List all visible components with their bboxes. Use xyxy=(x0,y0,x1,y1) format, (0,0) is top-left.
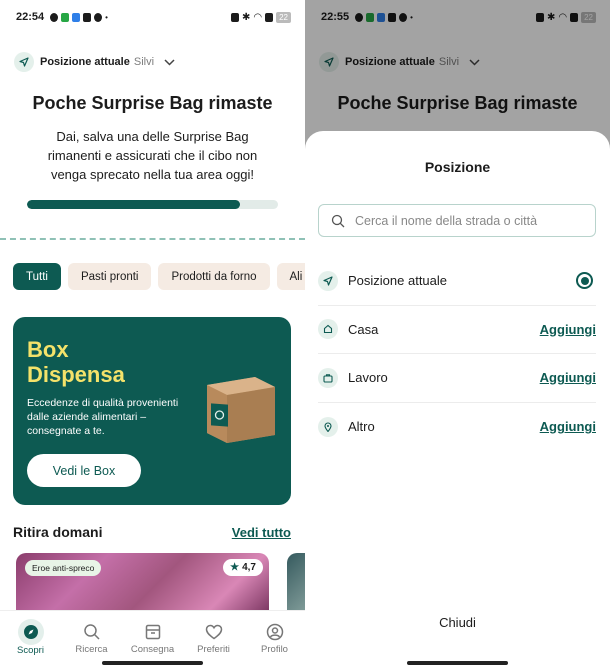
compass-icon xyxy=(17,619,44,645)
add-work-link[interactable]: Aggiungi xyxy=(540,370,596,385)
vibrate-icon xyxy=(230,12,239,22)
promo-description: Eccedenze di qualità provenienti dalle a… xyxy=(27,397,179,437)
location-search-input[interactable] xyxy=(355,213,585,228)
add-home-link[interactable]: Aggiungi xyxy=(540,322,596,337)
status-time: 22:54 xyxy=(16,11,45,23)
sheet-title: Posizione xyxy=(424,159,491,175)
system-icons: ✱ ◠ 22 xyxy=(230,11,291,23)
search-icon xyxy=(331,214,345,227)
promo-title-line1: Box xyxy=(27,337,69,362)
package-icon xyxy=(145,624,160,640)
nav-label: Consegna xyxy=(130,644,175,655)
see-all-link[interactable]: Vedi tutto xyxy=(232,525,291,540)
rating-value: 4,7 xyxy=(242,562,256,573)
search-icon xyxy=(83,624,100,640)
store-card-next[interactable] xyxy=(287,553,305,613)
option-label: Altro xyxy=(348,419,375,435)
home-indicator[interactable] xyxy=(102,661,203,665)
location-search-box[interactable] xyxy=(318,204,596,237)
promo-title: Box Dispensa xyxy=(27,337,125,387)
heart-icon xyxy=(205,624,222,640)
app-notification-icon xyxy=(72,12,81,22)
home-icon xyxy=(318,319,338,340)
location-label: Posizione attuale xyxy=(40,56,130,68)
option-home[interactable]: Casa Aggiungi xyxy=(318,306,596,354)
location-name: Silvi xyxy=(133,56,155,68)
box-dispensa-promo[interactable]: Box Dispensa Eccedenze di qualità proven… xyxy=(13,317,291,505)
store-card[interactable]: Eroe anti-spreco ★ 4,7 xyxy=(16,553,269,613)
star-icon: ★ xyxy=(230,562,240,573)
chevron-down-icon xyxy=(164,55,175,69)
screens: 22:54 • ✱ ◠ 22 Posizione attuale Silvi P… xyxy=(0,0,610,671)
app-notification-icon xyxy=(61,12,70,22)
navigation-arrow-icon xyxy=(14,52,34,72)
chip-pasti-pronti[interactable]: Pasti pronti xyxy=(67,263,152,290)
bluetooth-icon: ✱ xyxy=(241,11,251,23)
progress-fill xyxy=(27,200,241,209)
option-other[interactable]: Altro Aggiungi xyxy=(318,403,596,452)
shield-icon xyxy=(94,12,103,22)
location-options: Posizione attuale Casa Aggiungi Lavoro A… xyxy=(318,257,596,451)
nav-profilo[interactable]: Profilo xyxy=(245,611,305,671)
more-dot-icon: • xyxy=(105,12,108,22)
option-label: Casa xyxy=(348,321,379,337)
nav-label: Ricerca xyxy=(75,644,108,655)
add-other-link[interactable]: Aggiungi xyxy=(540,419,596,434)
divider xyxy=(0,238,305,240)
box-illustration xyxy=(207,377,275,443)
location-selector[interactable]: Posizione attuale Silvi xyxy=(14,52,175,72)
discover-screen: 22:54 • ✱ ◠ 22 Posizione attuale Silvi P… xyxy=(0,0,305,671)
page-headline: Poche Surprise Bag rimaste xyxy=(32,93,273,113)
nav-label: Profilo xyxy=(261,644,288,655)
wifi-icon: ◠ xyxy=(253,11,263,23)
option-current-location[interactable]: Posizione attuale xyxy=(318,257,596,306)
option-label: Lavoro xyxy=(348,370,388,386)
home-indicator[interactable] xyxy=(407,661,508,665)
chip-prodotti-da-forno[interactable]: Prodotti da forno xyxy=(158,263,270,290)
selected-radio[interactable] xyxy=(576,272,593,290)
chat-icon xyxy=(50,12,59,22)
hero-badge: Eroe anti-spreco xyxy=(25,560,102,576)
location-sheet-screen: 22:55 • ✱ ◠ 22 Posizione attuale Silvi P… xyxy=(305,0,610,671)
rating-badge: ★ 4,7 xyxy=(223,559,263,576)
chip-tutti[interactable]: Tutti xyxy=(13,263,61,290)
nav-label: Scopri xyxy=(17,645,44,656)
lock-icon xyxy=(83,12,92,22)
map-pin-icon xyxy=(318,416,338,437)
briefcase-icon xyxy=(318,367,338,388)
option-label: Posizione attuale xyxy=(348,273,448,289)
navigation-arrow-icon xyxy=(318,270,338,291)
availability-progress xyxy=(27,200,278,209)
sim-icon xyxy=(265,12,274,22)
see-boxes-button[interactable]: Vedi le Box xyxy=(27,454,141,487)
close-button[interactable]: Chiudi xyxy=(305,615,610,630)
battery-icon: 22 xyxy=(276,11,291,23)
nav-scopri[interactable]: Scopri xyxy=(1,611,61,671)
page-subtext: Dai, salva una delle Surprise Bag rimane… xyxy=(47,129,258,182)
status-bar: 22:54 • ✱ ◠ 22 xyxy=(0,0,305,34)
option-work[interactable]: Lavoro Aggiungi xyxy=(318,354,596,403)
section-header: Ritira domani Vedi tutto xyxy=(13,524,291,540)
section-title: Ritira domani xyxy=(13,524,103,540)
radio-dot xyxy=(580,276,589,285)
chip-ali[interactable]: Ali xyxy=(276,263,305,290)
nav-label: Preferiti xyxy=(197,644,230,655)
user-icon xyxy=(266,623,283,641)
location-bottom-sheet: Posizione Posizione attuale Casa xyxy=(305,131,610,671)
notification-icons: • xyxy=(50,12,108,22)
promo-title-line2: Dispensa xyxy=(27,362,125,387)
category-chips: Tutti Pasti pronti Prodotti da forno Ali xyxy=(13,263,305,290)
